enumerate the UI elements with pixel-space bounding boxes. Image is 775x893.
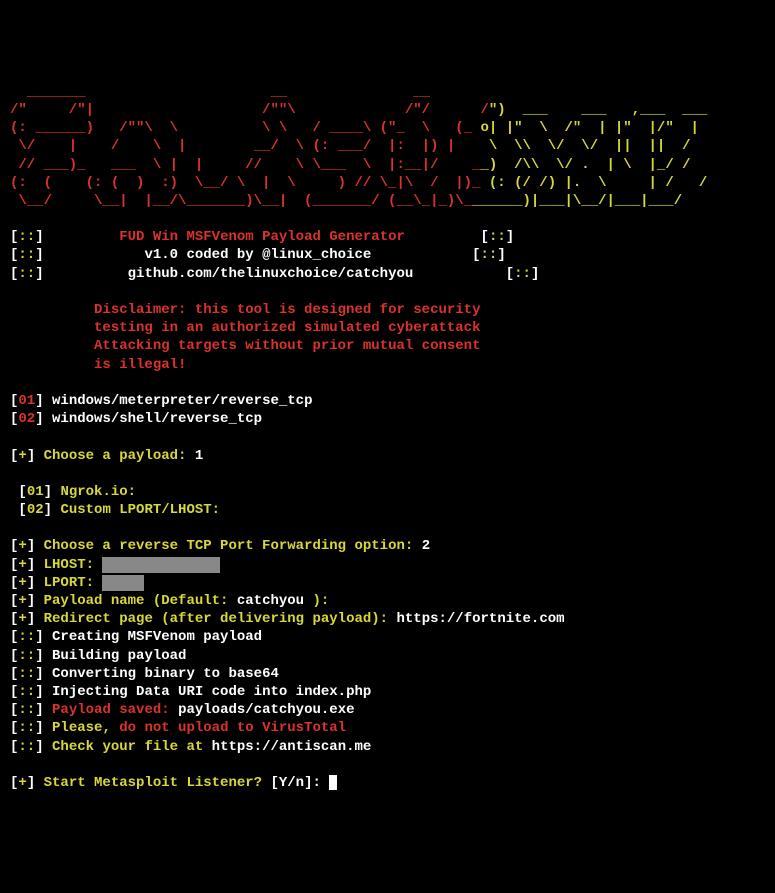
redirect-prompt: Redirect page (after delivering payload)…	[44, 611, 388, 627]
fwd-opt1-txt: Ngrok.io:	[60, 484, 136, 500]
saved-label: Payload saved:	[52, 702, 170, 718]
check-label: Check your file at	[52, 739, 203, 755]
fwd-input[interactable]: 2	[422, 538, 430, 554]
lhost-label: LHOST:	[44, 557, 94, 573]
payload-opt1-num: 01	[18, 393, 35, 409]
lport-label: LPORT:	[44, 575, 94, 591]
payload-name-close: ):	[313, 593, 330, 609]
status-creating: Creating MSFVenom payload	[52, 629, 262, 645]
payload-opt1-txt: windows/meterpreter/reverse_tcp	[52, 393, 312, 409]
metasploit-prompt: Start Metasploit Listener?	[44, 775, 262, 791]
ascii-art-red: _______ __ __	[10, 84, 489, 100]
github-link: github.com/thelinuxchoice/catchyou	[128, 266, 414, 282]
fwd-opt1-num: 01	[27, 484, 44, 500]
terminal-output: _______ __ __ /" /"| /""\ /"/ /") ___ __…	[10, 83, 765, 792]
yn-label: [Y/n]:	[270, 775, 320, 791]
lport-input[interactable]	[102, 575, 144, 591]
disclaimer-l2: testing in an authorized simulated cyber…	[94, 320, 480, 336]
redirect-input[interactable]: https://fortnite.com	[397, 611, 565, 627]
saved-path: payloads/catchyou.exe	[178, 702, 354, 718]
disclaimer-l3: Attacking targets without prior mutual c…	[94, 338, 480, 354]
cursor-icon[interactable]	[329, 775, 337, 790]
disclaimer-l4: is illegal!	[94, 357, 186, 373]
lhost-input[interactable]	[102, 557, 220, 573]
ascii-art-yellow	[489, 84, 716, 100]
please-label: Please,	[52, 720, 111, 736]
version-text: v1.0 coded by @linux_choice	[144, 247, 371, 263]
noupload-warning: do not upload to VirusTotal	[119, 720, 346, 736]
status-converting: Converting binary to base64	[52, 666, 279, 682]
fwd-opt2-txt: Custom LPORT/LHOST:	[60, 502, 220, 518]
choose-payload-prompt: Choose a payload:	[44, 448, 187, 464]
payload-name-default: catchyou	[237, 593, 304, 609]
app-title: FUD Win MSFVenom Payload Generator	[119, 229, 405, 245]
fwd-prompt: Choose a reverse TCP Port Forwarding opt…	[44, 538, 414, 554]
payload-opt2-num: 02	[18, 411, 35, 427]
check-url: https://antiscan.me	[212, 739, 372, 755]
choose-payload-input[interactable]: 1	[195, 448, 203, 464]
status-injecting: Injecting Data URI code into index.php	[52, 684, 371, 700]
payload-name-prompt: Payload name (Default:	[44, 593, 229, 609]
payload-opt2-txt: windows/shell/reverse_tcp	[52, 411, 262, 427]
fwd-opt2-num: 02	[27, 502, 44, 518]
status-building: Building payload	[52, 648, 186, 664]
disclaimer-l1: Disclaimer: this tool is designed for se…	[94, 302, 480, 318]
